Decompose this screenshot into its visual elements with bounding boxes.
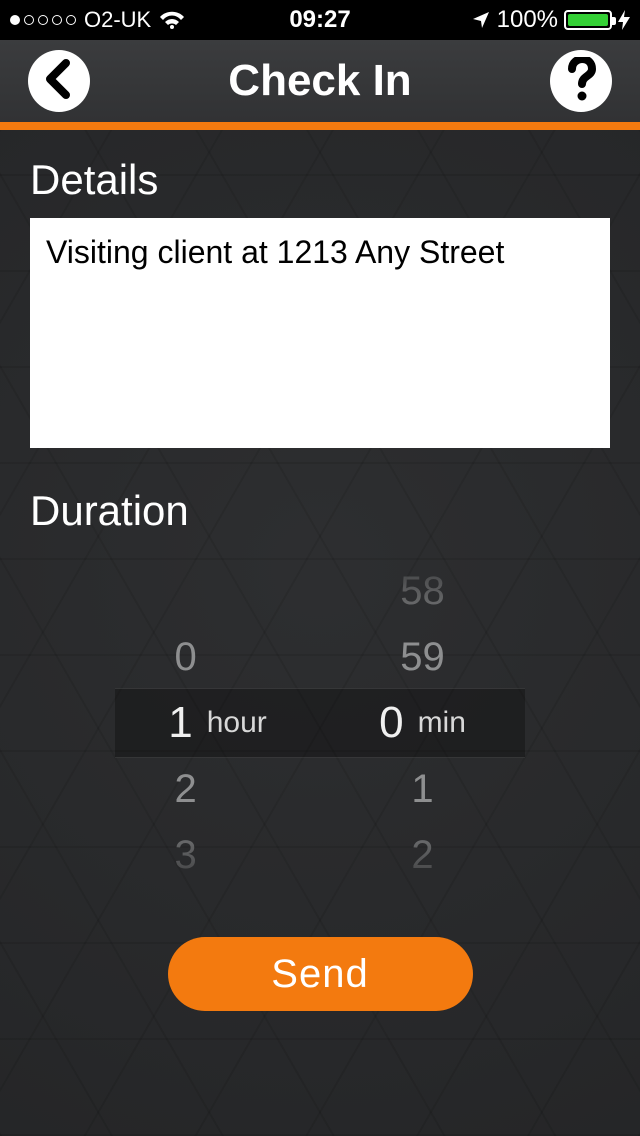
location-icon — [471, 10, 491, 30]
picker-option: 58 — [379, 558, 466, 624]
status-right: 100% — [351, 6, 630, 34]
picker-option: 2 — [379, 822, 466, 888]
picker-option: 2 — [168, 756, 267, 822]
battery-percent-label: 100% — [497, 6, 558, 34]
details-input[interactable] — [30, 218, 610, 448]
details-label: Details — [30, 156, 610, 204]
back-button[interactable] — [28, 50, 90, 112]
picker-option: 59 — [379, 624, 466, 690]
content-area: Details Duration 0 1 hour 2 3 4 57 58 — [0, 130, 640, 1011]
clock-label: 09:27 — [289, 6, 350, 34]
picker-selected-hour: 1 hour — [168, 690, 267, 756]
chevron-left-icon — [42, 59, 76, 104]
signal-strength-icon — [10, 15, 76, 25]
carrier-label: O2-UK — [84, 7, 151, 33]
duration-label: Duration — [30, 487, 610, 535]
picker-option: 3 — [168, 822, 267, 888]
battery-icon — [564, 10, 612, 30]
help-button[interactable] — [550, 50, 612, 112]
picker-option: 1 — [379, 756, 466, 822]
status-left: O2-UK — [10, 7, 289, 33]
hours-column[interactable]: 0 1 hour 2 3 4 — [115, 543, 320, 903]
wifi-icon — [159, 10, 185, 30]
status-bar: O2-UK 09:27 100% — [0, 0, 640, 40]
question-icon — [566, 57, 596, 106]
nav-bar: Check In — [0, 40, 640, 130]
minute-unit-label: min — [418, 706, 466, 740]
send-button[interactable]: Send — [168, 937, 473, 1011]
page-title: Check In — [228, 56, 411, 106]
picker-selected-minute: 0 min — [379, 690, 466, 756]
charging-icon — [618, 10, 630, 30]
picker-option: 0 — [168, 624, 267, 690]
minutes-column[interactable]: 57 58 59 0 min 1 2 3 — [320, 543, 525, 903]
duration-picker[interactable]: 0 1 hour 2 3 4 57 58 59 0 min 1 2 — [115, 543, 525, 903]
hour-unit-label: hour — [207, 706, 267, 740]
